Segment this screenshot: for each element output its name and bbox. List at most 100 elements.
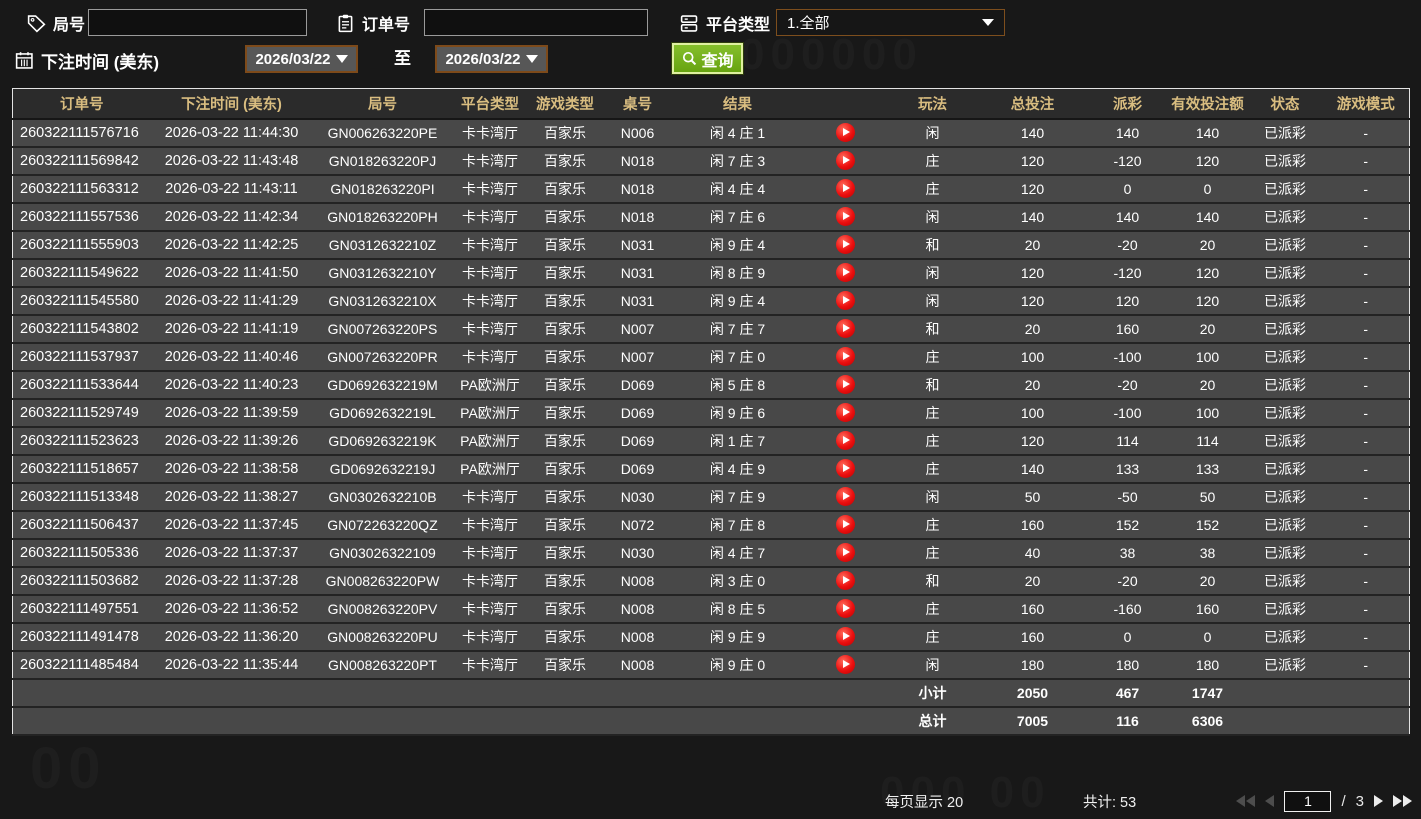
video-cell — [802, 258, 888, 288]
column-header-round_no: 局号 — [312, 88, 453, 120]
cell-table_no: N030 — [602, 538, 673, 568]
total-pages-label: 3 — [1355, 792, 1364, 810]
date-to-picker[interactable]: 2026/03/22 — [435, 45, 548, 73]
cell-status: 已派彩 — [1247, 426, 1323, 456]
cell-order_no: 260322111563312 — [12, 174, 151, 204]
date-from-picker[interactable]: 2026/03/22 — [245, 45, 358, 73]
cell-bet_time: 2026-03-22 11:36:20 — [150, 622, 313, 652]
order-number-input[interactable] — [424, 9, 648, 36]
video-play-icon[interactable] — [835, 151, 855, 170]
video-play-icon[interactable] — [835, 207, 855, 226]
cell-status: 已派彩 — [1247, 146, 1323, 176]
video-play-icon[interactable] — [835, 263, 855, 282]
table-row: 260322111485484 2026-03-22 11:35:44 GN0082… — [12, 650, 1410, 680]
video-play-icon[interactable] — [835, 431, 855, 450]
cell-play: 庄 — [887, 146, 978, 176]
video-play-icon[interactable] — [835, 123, 855, 142]
column-header-payout: 派彩 — [1087, 88, 1168, 120]
cell-round_no: GD0692632219M — [312, 370, 453, 400]
cell-order_no: 260322111506437 — [12, 510, 151, 540]
cell-status: 已派彩 — [1247, 202, 1323, 232]
video-play-icon[interactable] — [835, 599, 855, 618]
video-play-icon[interactable] — [835, 487, 855, 506]
cell-mode: - — [1322, 370, 1410, 400]
video-play-icon[interactable] — [835, 655, 855, 674]
cell-platform: PA欧洲厅 — [452, 370, 528, 400]
cell-play: 闲 — [887, 650, 978, 680]
video-play-icon[interactable] — [835, 291, 855, 310]
cell-mode: - — [1322, 510, 1410, 540]
cell-result: 闲 4 庄 7 — [672, 538, 803, 568]
cell-bet_time: 2026-03-22 11:41:19 — [150, 314, 313, 344]
video-cell — [802, 370, 888, 400]
cell-total_bet: 140 — [977, 454, 1088, 484]
cell-game_type: 百家乐 — [527, 594, 603, 624]
cell-payout: 140 — [1087, 202, 1168, 232]
platform-type-filter: 平台类型 — [679, 8, 770, 38]
cell-status: 已派彩 — [1247, 258, 1323, 288]
cell-game_type: 百家乐 — [527, 118, 603, 148]
page-number-input[interactable] — [1284, 790, 1332, 812]
video-play-icon[interactable] — [835, 515, 855, 534]
video-play-icon[interactable] — [835, 403, 855, 422]
round-number-input[interactable] — [88, 9, 307, 36]
cell-bet_time: 2026-03-22 11:43:11 — [150, 174, 313, 204]
next-page-button[interactable] — [1374, 795, 1383, 807]
cell-round_no: GN007263220PS — [312, 314, 453, 344]
cell-total_bet: 20 — [977, 370, 1088, 400]
cell-mode: - — [1322, 202, 1410, 232]
cell-result: 闲 9 庄 4 — [672, 230, 803, 260]
cell-mode: - — [1322, 314, 1410, 344]
cell-platform: PA欧洲厅 — [452, 426, 528, 456]
column-header-order_no: 订单号 — [12, 88, 151, 120]
cell-play: 庄 — [887, 426, 978, 456]
cell-game_type: 百家乐 — [527, 174, 603, 204]
cell-platform: 卡卡湾厅 — [452, 510, 528, 540]
video-cell — [802, 230, 888, 260]
cell-round_no: GN007263220PR — [312, 342, 453, 372]
cell-order_no: 260322111491478 — [12, 622, 151, 652]
cell-table_no: D069 — [602, 398, 673, 428]
cell-total_bet: 20 — [977, 566, 1088, 596]
video-play-icon[interactable] — [835, 571, 855, 590]
search-button[interactable]: 查询 — [672, 43, 743, 74]
previous-page-button[interactable] — [1265, 795, 1275, 807]
cell-game_type: 百家乐 — [527, 566, 603, 596]
video-play-icon[interactable] — [835, 179, 855, 198]
video-play-icon[interactable] — [835, 543, 855, 562]
cell-valid_bet: 133 — [1167, 454, 1248, 484]
play-triangle — [842, 240, 850, 248]
cell-round_no: GD0692632219L — [312, 398, 453, 428]
cell-table_no: N031 — [602, 258, 673, 288]
video-play-icon[interactable] — [835, 627, 855, 646]
cell-result: 闲 7 庄 0 — [672, 342, 803, 372]
column-header-mode: 游戏模式 — [1322, 88, 1410, 120]
video-play-icon[interactable] — [835, 375, 855, 394]
video-play-icon[interactable] — [835, 347, 855, 366]
play-triangle — [842, 632, 850, 640]
cell-valid_bet: 20 — [1167, 230, 1248, 260]
empty-cell — [602, 706, 673, 736]
table-row: 260322111549622 2026-03-22 11:41:50 GN0312… — [12, 258, 1410, 288]
cell-game_type: 百家乐 — [527, 650, 603, 680]
last-page-button[interactable] — [1393, 795, 1412, 807]
empty-cell — [802, 706, 888, 736]
order-number-label: 订单号 — [362, 17, 411, 34]
play-triangle — [842, 604, 850, 612]
first-page-button[interactable] — [1236, 795, 1256, 807]
cell-total_bet: 100 — [977, 342, 1088, 372]
platform-type-select[interactable]: 1.全部 — [776, 9, 1005, 36]
column-header-video — [802, 88, 888, 120]
date-range-to-label: 至 — [394, 49, 411, 68]
cell-round_no: GN018263220PJ — [312, 146, 453, 176]
total-label: 总计 — [887, 706, 978, 736]
cell-valid_bet: 120 — [1167, 258, 1248, 288]
cell-bet_time: 2026-03-22 11:38:27 — [150, 482, 313, 512]
cell-game_type: 百家乐 — [527, 426, 603, 456]
video-play-icon[interactable] — [835, 459, 855, 478]
video-play-icon[interactable] — [835, 235, 855, 254]
play-triangle — [842, 660, 850, 668]
clipboard-icon — [335, 13, 356, 34]
video-play-icon[interactable] — [835, 319, 855, 338]
play-triangle — [842, 352, 850, 360]
